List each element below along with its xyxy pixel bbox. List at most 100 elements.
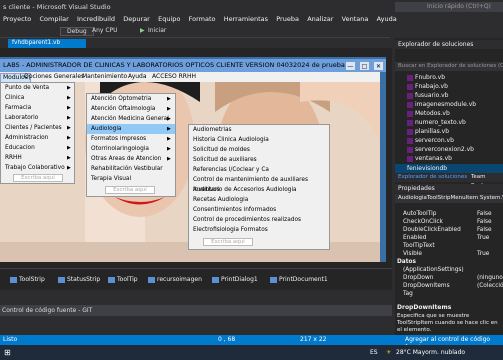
file-item[interactable]: Fnubro.vb: [407, 73, 445, 82]
selected-project-item[interactable]: fenievisiondb: [395, 164, 503, 173]
property-row[interactable]: AutoToolTip False: [395, 210, 503, 218]
menu-herramientas[interactable]: Herramientas: [221, 14, 271, 25]
chevron-right-icon: ▶: [67, 145, 71, 151]
form-close-button[interactable]: ✕: [373, 61, 384, 71]
form-maximize-button[interactable]: □: [358, 61, 370, 71]
property-row[interactable]: Tag: [395, 290, 503, 298]
tab-solution-explorer[interactable]: Explorador de soluciones: [398, 173, 467, 182]
menu-item-administracion[interactable]: Administracion: [1, 133, 74, 143]
start-icon[interactable]: ▶: [140, 27, 145, 34]
type-here-field[interactable]: Escriba aquí: [13, 174, 63, 182]
menu-equipo[interactable]: Equipo: [155, 14, 183, 25]
tray-toolstrip[interactable]: ToolStrip: [10, 276, 45, 283]
chevron-right-icon: ▶: [67, 135, 71, 141]
property-category[interactable]: Datos: [395, 258, 503, 266]
menu-item-formatos-impresos[interactable]: Formatos impresos: [87, 134, 175, 144]
menu-item-trabajo-colaborativo[interactable]: Trabajo Colaborativo: [1, 163, 74, 173]
config-dropdown[interactable]: Debug: [60, 27, 94, 36]
menu-item-audiologia[interactable]: Audiologia: [87, 124, 175, 134]
quick-search-input[interactable]: Inicio rápido (Ctrl+Q): [395, 2, 503, 12]
tray-printdocument[interactable]: PrintDocument1: [270, 276, 328, 283]
form-title: LABS - ADMINISTRADOR DE CLINICAS Y LABOR…: [3, 61, 345, 69]
menu-item-otras-areas[interactable]: Otras Areas de Atencion: [87, 154, 175, 164]
menu-item-control-mantenimiento[interactable]: Control de mantenimiento de auxiliares A…: [189, 175, 329, 193]
menu-formato[interactable]: Formato: [186, 14, 219, 25]
printer-icon: [212, 276, 219, 283]
type-here-field[interactable]: Escriba aquí: [203, 238, 253, 246]
menu-item-farmacia[interactable]: Farmacia: [1, 103, 74, 113]
windows-taskbar: ⊞ ES ☀ 28°C Mayorm. nublado: [0, 345, 503, 360]
menu-item-terapia-visual[interactable]: Terapia Visual: [87, 174, 175, 184]
properties-object-selector[interactable]: AudiologiaToolStripMenuItem System.W: [395, 194, 503, 203]
form-menu-ayuda[interactable]: Ayuda: [128, 73, 147, 81]
menu-item-solicitud-auxiliares[interactable]: Solicitud de auxiliares: [189, 155, 329, 165]
menu-incredibuild[interactable]: Incredibuild: [74, 14, 118, 25]
explorer-tabs: Explorador de soluciones Team Explorer: [395, 173, 503, 189]
chevron-right-icon: ▶: [167, 106, 171, 112]
form-minimize-button[interactable]: —: [344, 61, 356, 71]
file-item[interactable]: Metodos.vb: [407, 109, 450, 118]
form-menu-opciones[interactable]: Opciones Generales: [24, 73, 84, 81]
menu-item-otorrino[interactable]: Otorrinolaringologia: [87, 144, 175, 154]
menu-item-punto-venta[interactable]: Punto de Venta: [1, 83, 74, 93]
property-row[interactable]: DoubleClickEnabled False: [395, 226, 503, 234]
tab-form-designer[interactable]: fvhdbparent1.vb [Diseño]: [8, 39, 86, 55]
menu-item-optometria[interactable]: Atención Optometria: [87, 94, 175, 104]
audiologia-submenu: Audiometrias Historia Clinica Audiologia…: [188, 124, 330, 250]
tray-tooltip[interactable]: ToolTip: [108, 276, 138, 283]
menu-item-historia-clinica[interactable]: Historia Clinica Audiologia: [189, 135, 329, 145]
start-button[interactable]: Iniciar: [148, 27, 166, 34]
menu-item-consentimientos[interactable]: Consentimientos informados: [189, 205, 329, 215]
solution-search-input[interactable]: Buscar en Explorador de soluciones (Ctrl…: [395, 62, 503, 71]
taskbar-weather[interactable]: 28°C Mayorm. nublado: [396, 348, 465, 357]
property-row[interactable]: ToolTipText: [395, 242, 503, 250]
property-row[interactable]: Enabled True: [395, 234, 503, 242]
menu-analizar[interactable]: Analizar: [304, 14, 336, 25]
menu-item-medicina-general[interactable]: Atención Medicina General: [87, 114, 175, 124]
file-item[interactable]: fusuario.vb: [407, 91, 449, 100]
property-row[interactable]: (ApplicationSettings): [395, 266, 503, 274]
menu-item-inventario-accesorios[interactable]: Inventario de Accesorios Audiologia: [189, 185, 329, 195]
menu-ayuda[interactable]: Ayuda: [374, 14, 400, 25]
menu-item-control-procedimientos[interactable]: Control de procedimientos realizados: [189, 215, 329, 225]
menu-item-solicitud-moldes[interactable]: Solicitud de moldes: [189, 145, 329, 155]
file-item[interactable]: numero_texto.vb: [407, 118, 466, 127]
windows-start-icon[interactable]: ⊞: [4, 348, 11, 357]
tray-printdialog[interactable]: PrintDialog1: [212, 276, 258, 283]
menu-item-rehab-vestibular[interactable]: Rehabilitación Vestibular: [87, 164, 175, 174]
file-item[interactable]: servercon.vb: [407, 136, 454, 145]
chevron-right-icon: ▶: [67, 85, 71, 91]
file-item[interactable]: imagenesmodule.vb: [407, 100, 476, 109]
menu-compilar[interactable]: Compilar: [37, 14, 72, 25]
file-item[interactable]: planillas.vb: [407, 127, 449, 136]
menu-item-referencias[interactable]: Referencias I/Coclear y Ca: [189, 165, 329, 175]
menu-item-clinica[interactable]: Clinica: [1, 93, 74, 103]
menu-item-electrofisiologia[interactable]: Electrofisiologia Formatos: [189, 225, 329, 235]
file-item[interactable]: serverconexion2.vb: [407, 145, 474, 154]
menu-item-rrhh[interactable]: RRHH: [1, 153, 74, 163]
menu-item-recetas[interactable]: Recetas Audiologia: [189, 195, 329, 205]
taskbar-language[interactable]: ES: [370, 348, 378, 357]
type-here-field[interactable]: Escriba aquí: [105, 186, 155, 194]
file-item[interactable]: Fnabajo.vb: [407, 82, 448, 91]
platform-dropdown[interactable]: Any CPU: [92, 27, 118, 34]
menu-item-laboratorio[interactable]: Laboratorio: [1, 113, 74, 123]
menu-item-audiometrias[interactable]: Audiometrias: [189, 125, 329, 135]
property-row[interactable]: Visible True: [395, 250, 503, 258]
form-menu-mantenimiento[interactable]: Mantenimiento: [82, 73, 127, 81]
tray-statusstrip[interactable]: StatusStrip: [58, 276, 100, 283]
menu-item-educacion[interactable]: Educacion: [1, 143, 74, 153]
status-bar: Listo 0 , 68 217 x 22 Agregar al control…: [0, 335, 503, 351]
menu-item-clientes[interactable]: Clientes / Pacientes: [1, 123, 74, 133]
tray-recursoimagen[interactable]: recursoimagen: [148, 276, 202, 283]
menu-prueba[interactable]: Prueba: [273, 14, 302, 25]
property-row[interactable]: DropDown (ninguno): [395, 274, 503, 282]
property-row[interactable]: CheckOnClick False: [395, 218, 503, 226]
file-item[interactable]: ventanas.vb: [407, 154, 452, 163]
menu-item-oftalmologia[interactable]: Atención Oftalmologia: [87, 104, 175, 114]
menu-depurar[interactable]: Depurar: [120, 14, 153, 25]
form-menu-acceso-rrhh[interactable]: ACCESO RRHH: [152, 73, 196, 81]
property-row[interactable]: DropDownItems(Colección): [395, 282, 503, 290]
menu-ventana[interactable]: Ventana: [339, 14, 372, 25]
menu-proyecto[interactable]: Proyecto: [0, 14, 34, 25]
